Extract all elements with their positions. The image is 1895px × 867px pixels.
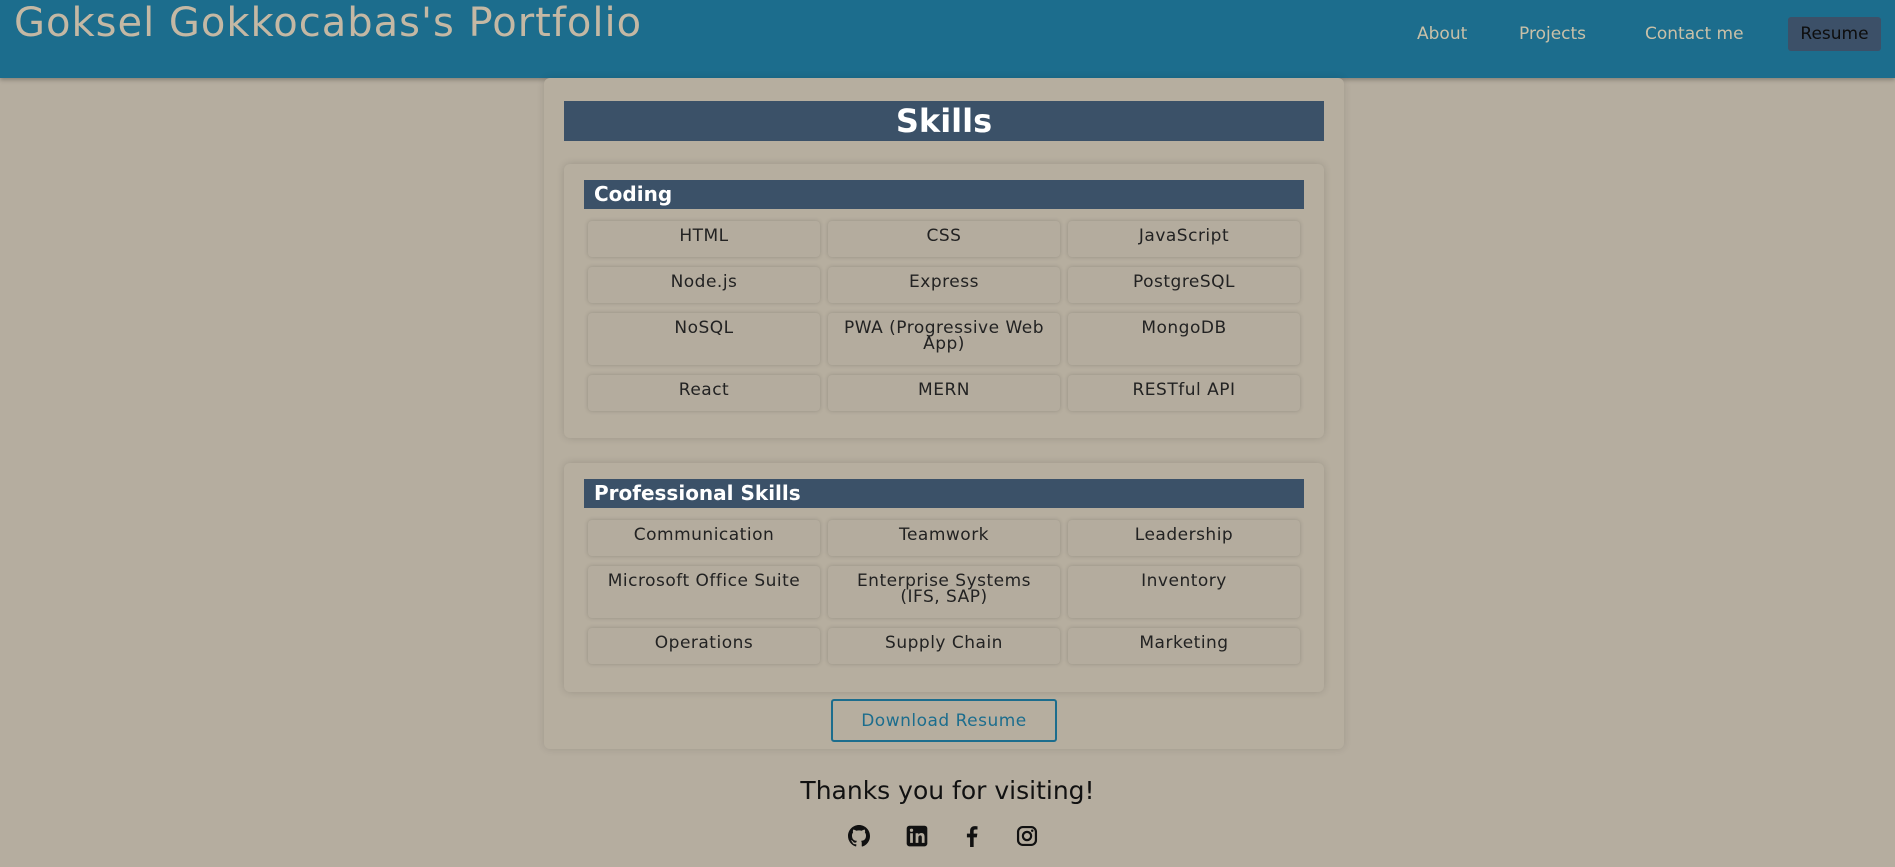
skill-chip: Express	[828, 267, 1060, 303]
download-resume-button[interactable]: Download Resume	[831, 699, 1057, 742]
linkedin-icon[interactable]	[906, 825, 928, 847]
nav-about-link[interactable]: About	[1417, 17, 1467, 51]
skill-chip: JavaScript	[1068, 221, 1300, 257]
skill-chip: Node.js	[588, 267, 820, 303]
nav-contact-link[interactable]: Contact me	[1645, 17, 1744, 51]
skill-chip: Leadership	[1068, 520, 1300, 556]
skill-chip: React	[588, 375, 820, 411]
thanks-message: Thanks you for visiting!	[800, 776, 1095, 805]
skill-chip: PostgreSQL	[1068, 267, 1300, 303]
instagram-icon[interactable]	[1016, 825, 1038, 847]
facebook-icon[interactable]	[961, 825, 983, 847]
skills-card: Skills Coding HTML CSS JavaScript Node.j…	[544, 78, 1344, 749]
top-header: Goksel Gokkocabas's Portfolio About Proj…	[0, 0, 1895, 78]
skill-chip: Teamwork	[828, 520, 1060, 556]
professional-skill-grid: Communication Teamwork Leadership Micros…	[588, 520, 1300, 664]
coding-section: Coding HTML CSS JavaScript Node.js Expre…	[564, 164, 1324, 438]
skill-chip: PWA (Progressive Web App)	[828, 313, 1060, 365]
skill-chip: MongoDB	[1068, 313, 1300, 365]
site-title: Goksel Gokkocabas's Portfolio	[14, 0, 643, 46]
skill-chip: Inventory	[1068, 566, 1300, 618]
skill-chip: MERN	[828, 375, 1060, 411]
skill-chip: CSS	[828, 221, 1060, 257]
github-icon[interactable]	[848, 825, 870, 847]
skill-chip: RESTful API	[1068, 375, 1300, 411]
skill-chip: Enterprise Systems (IFS, SAP)	[828, 566, 1060, 618]
skill-chip: Operations	[588, 628, 820, 664]
skill-chip: NoSQL	[588, 313, 820, 365]
nav-resume-link[interactable]: Resume	[1788, 17, 1881, 51]
professional-skills-section: Professional Skills Communication Teamwo…	[564, 463, 1324, 692]
skill-chip: Microsoft Office Suite	[588, 566, 820, 618]
coding-skill-grid: HTML CSS JavaScript Node.js Express Post…	[588, 221, 1300, 411]
skills-title: Skills	[564, 101, 1324, 141]
coding-heading: Coding	[584, 180, 1304, 209]
nav-projects-link[interactable]: Projects	[1519, 17, 1586, 51]
skill-chip: HTML	[588, 221, 820, 257]
skill-chip: Marketing	[1068, 628, 1300, 664]
skill-chip: Supply Chain	[828, 628, 1060, 664]
professional-skills-heading: Professional Skills	[584, 479, 1304, 508]
skill-chip: Communication	[588, 520, 820, 556]
